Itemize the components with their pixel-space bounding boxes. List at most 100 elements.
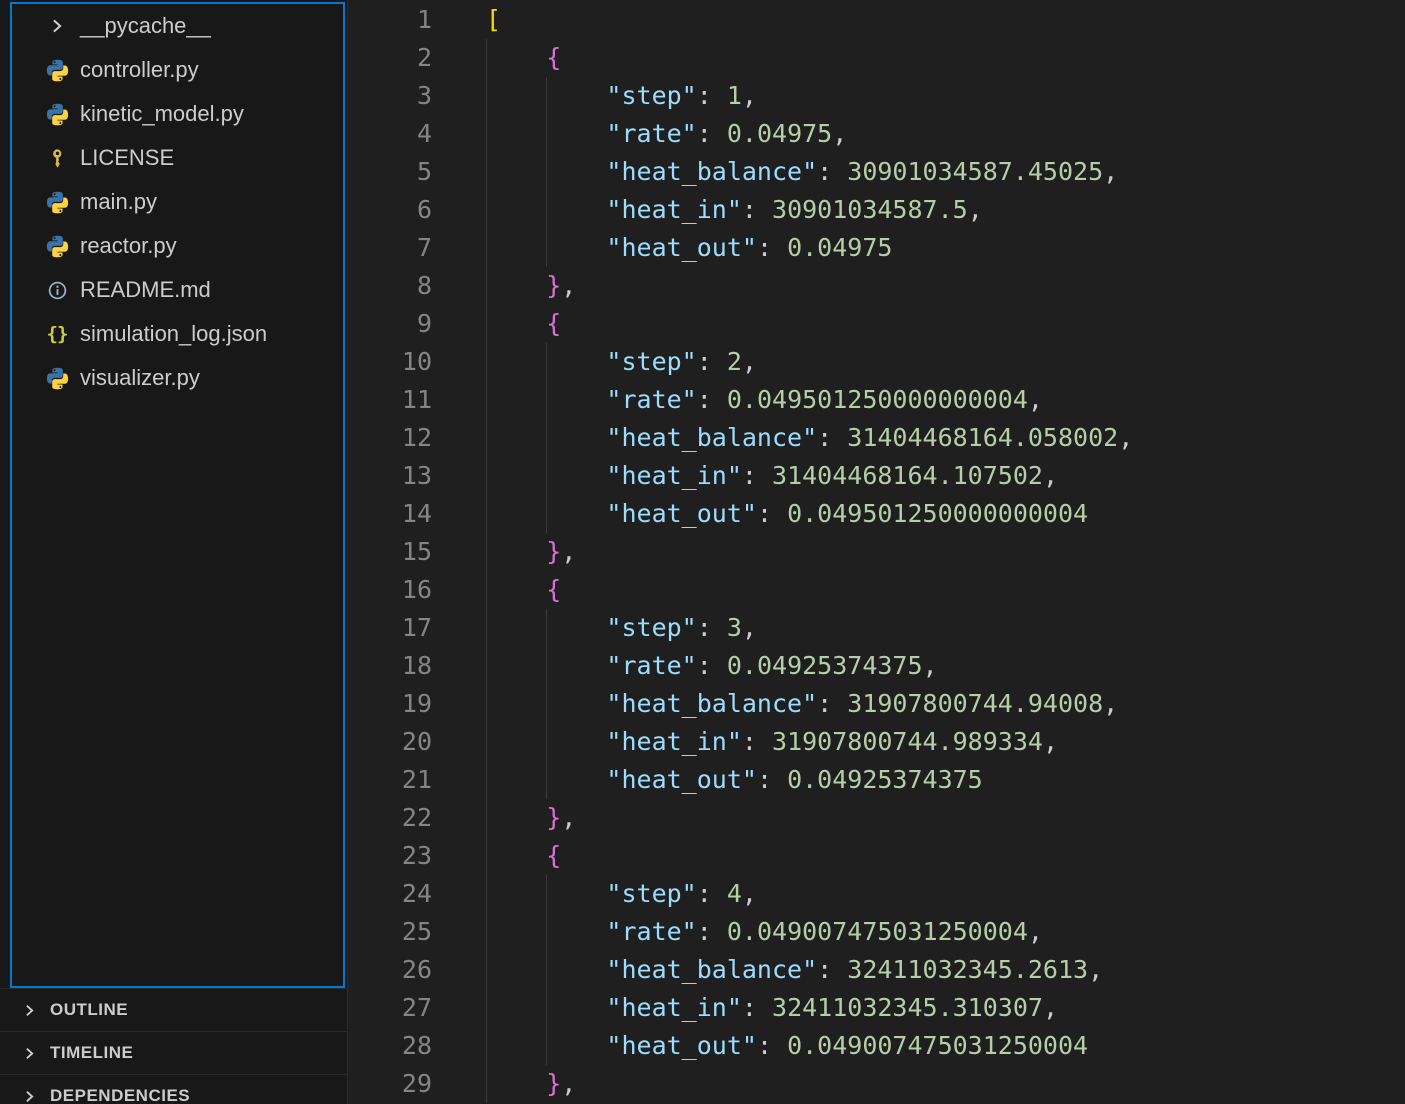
code-line[interactable]: 8 }, [348,267,1405,305]
line-number[interactable]: 21 [348,761,432,799]
line-number[interactable]: 13 [348,457,432,495]
line-content: { [486,39,561,77]
file-item-simulation-log-json[interactable]: {}simulation_log.json [12,312,343,356]
line-number[interactable]: 19 [348,685,432,723]
code-line[interactable]: 21 "heat_out": 0.04925374375 [348,761,1405,799]
code-line[interactable]: 1[ [348,1,1405,39]
line-number[interactable]: 17 [348,609,432,647]
code-line[interactable]: 18 "rate": 0.04925374375, [348,647,1405,685]
line-number[interactable]: 12 [348,419,432,457]
section-dependencies[interactable]: DEPENDENCIES [0,1074,347,1104]
code-line[interactable]: 17 "step": 3, [348,609,1405,647]
line-number[interactable]: 11 [348,381,432,419]
line-content: { [486,305,561,343]
line-content: }, [486,533,576,571]
code-line[interactable]: 12 "heat_balance": 31404468164.058002, [348,419,1405,457]
file-item-visualizer-py[interactable]: visualizer.py [12,356,343,400]
code-line[interactable]: 23 { [348,837,1405,875]
indent-guide [546,913,547,951]
indent-guide [486,723,487,761]
code-line[interactable]: 13 "heat_in": 31404468164.107502, [348,457,1405,495]
code-line[interactable]: 2 { [348,39,1405,77]
code-line[interactable]: 11 "rate": 0.049501250000000004, [348,381,1405,419]
indent-guide [486,875,487,913]
line-number[interactable]: 20 [348,723,432,761]
file-item-license[interactable]: LICENSE [12,136,343,180]
line-number[interactable]: 9 [348,305,432,343]
code-line[interactable]: 9 { [348,305,1405,343]
code-line[interactable]: 19 "heat_balance": 31907800744.94008, [348,685,1405,723]
indent-guide [486,191,487,229]
code-line[interactable]: 15 }, [348,533,1405,571]
code-line[interactable]: 25 "rate": 0.049007475031250004, [348,913,1405,951]
line-content: }, [486,1065,576,1103]
python-icon [46,367,69,390]
code-line[interactable]: 28 "heat_out": 0.049007475031250004 [348,1027,1405,1065]
indent-guide [546,191,547,229]
code-line[interactable]: 26 "heat_balance": 32411032345.2613, [348,951,1405,989]
indent-guide [546,761,547,799]
line-number[interactable]: 14 [348,495,432,533]
file-item-reactor-py[interactable]: reactor.py [12,224,343,268]
indent-guide [486,115,487,153]
indent-guide [546,419,547,457]
line-number[interactable]: 3 [348,77,432,115]
line-number[interactable]: 23 [348,837,432,875]
file-item-main-py[interactable]: main.py [12,180,343,224]
line-number[interactable]: 24 [348,875,432,913]
line-number[interactable]: 29 [348,1065,432,1103]
code-line[interactable]: 14 "heat_out": 0.049501250000000004 [348,495,1405,533]
chevron-right-icon [21,1045,38,1062]
line-number[interactable]: 18 [348,647,432,685]
file-item-controller-py[interactable]: controller.py [12,48,343,92]
line-number[interactable]: 2 [348,39,432,77]
file-item-readme-md[interactable]: README.md [12,268,343,312]
line-number[interactable]: 5 [348,153,432,191]
line-number[interactable]: 27 [348,989,432,1027]
line-number[interactable]: 6 [348,191,432,229]
indent-guide [486,647,487,685]
section-outline[interactable]: OUTLINE [0,988,347,1031]
indent-guide [546,153,547,191]
indent-guide [486,761,487,799]
code-line[interactable]: 3 "step": 1, [348,77,1405,115]
indent-guide [546,723,547,761]
code-line[interactable]: 5 "heat_balance": 30901034587.45025, [348,153,1405,191]
file-label: main.py [80,189,157,215]
code-line[interactable]: 10 "step": 2, [348,343,1405,381]
line-number[interactable]: 28 [348,1027,432,1065]
info-icon [47,280,68,301]
indent-guide [486,799,487,837]
code-line[interactable]: 7 "heat_out": 0.04975 [348,229,1405,267]
line-number[interactable]: 8 [348,267,432,305]
indent-guide [486,951,487,989]
line-number[interactable]: 10 [348,343,432,381]
code-line[interactable]: 6 "heat_in": 30901034587.5, [348,191,1405,229]
indent-guide [486,419,487,457]
code-line[interactable]: 22 }, [348,799,1405,837]
line-content: "rate": 0.049501250000000004, [486,381,1043,419]
line-number[interactable]: 15 [348,533,432,571]
line-number[interactable]: 4 [348,115,432,153]
line-number[interactable]: 25 [348,913,432,951]
code-line[interactable]: 27 "heat_in": 32411032345.310307, [348,989,1405,1027]
code-line[interactable]: 4 "rate": 0.04975, [348,115,1405,153]
code-line[interactable]: 29 }, [348,1065,1405,1103]
code-line[interactable]: 24 "step": 4, [348,875,1405,913]
json-braces-icon: {} [47,323,68,345]
section-timeline[interactable]: TIMELINE [0,1031,347,1074]
line-number[interactable]: 22 [348,799,432,837]
code-line[interactable]: 20 "heat_in": 31907800744.989334, [348,723,1405,761]
indent-guide [486,1065,487,1103]
indent-guide [546,77,547,115]
line-number[interactable]: 16 [348,571,432,609]
indent-guide [546,685,547,723]
line-number[interactable]: 26 [348,951,432,989]
file-item-kinetic-model-py[interactable]: kinetic_model.py [12,92,343,136]
file-label: kinetic_model.py [80,101,244,127]
folder-item-pycache[interactable]: __pycache__ [12,4,343,48]
line-number[interactable]: 1 [348,1,432,39]
line-number[interactable]: 7 [348,229,432,267]
code-line[interactable]: 16 { [348,571,1405,609]
line-content: }, [486,799,576,837]
